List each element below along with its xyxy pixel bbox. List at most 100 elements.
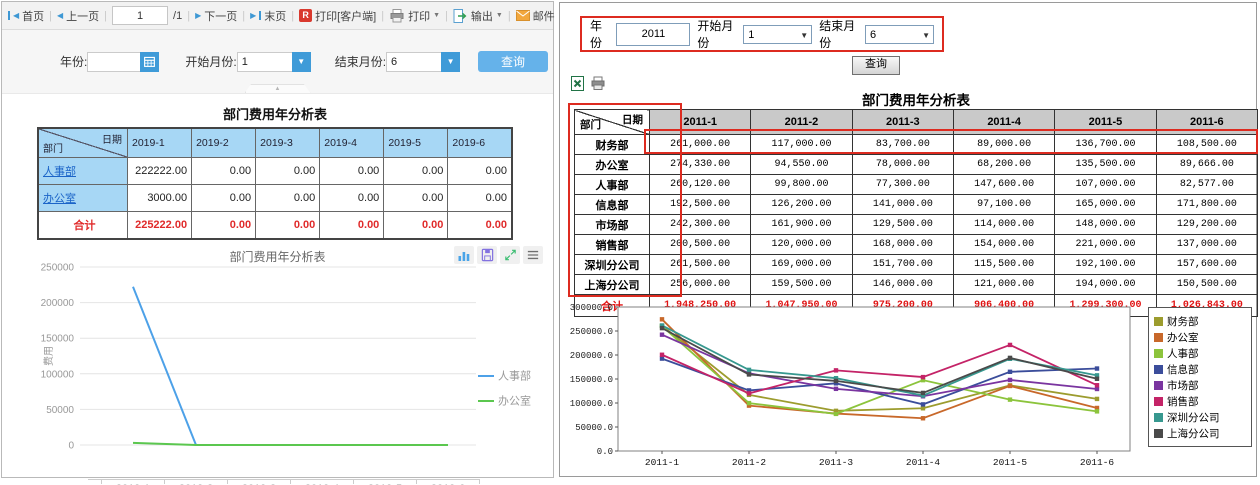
total-value-cell: 0.00 <box>256 212 320 240</box>
value-cell: 274,330.00 <box>650 155 751 175</box>
export-button[interactable]: 输出▼ <box>453 8 503 24</box>
value-cell: 129,500.00 <box>852 215 953 235</box>
dept-cell: 财务部 <box>575 135 650 155</box>
total-row: 合计225222.000.000.000.000.000.00 <box>38 212 512 240</box>
last-page-button[interactable]: ▶末页 <box>250 8 286 24</box>
table-row: 办公室274,330.0094,550.0078,000.0068,200.00… <box>575 155 1258 175</box>
legend-item: 市场部 <box>1154 377 1251 393</box>
end-month-select[interactable]: 6 <box>386 52 441 72</box>
column-header: 2011-3 <box>852 110 953 135</box>
chevron-down-icon: ▼ <box>447 57 455 66</box>
value-cell: 150,500.00 <box>1156 275 1257 295</box>
value-cell: 192,100.00 <box>1055 255 1156 275</box>
value-cell: 117,000.00 <box>751 135 852 155</box>
end-month-dropdown-button[interactable]: ▼ <box>441 52 460 72</box>
legend-item: 办公室 <box>1154 329 1251 345</box>
first-page-button[interactable]: ◀首页 <box>8 8 44 24</box>
start-month-select[interactable]: 1▼ <box>743 25 812 44</box>
value-cell: 68,200.00 <box>953 155 1054 175</box>
start-month-dropdown-button[interactable]: ▼ <box>292 52 311 72</box>
value-cell: 0.00 <box>448 158 512 185</box>
value-cell: 161,900.00 <box>751 215 852 235</box>
value-cell: 82,577.00 <box>1156 175 1257 195</box>
year-input[interactable] <box>616 23 690 46</box>
value-cell: 3000.00 <box>128 185 192 212</box>
value-cell: 0.00 <box>448 185 512 212</box>
value-cell: 165,000.00 <box>1055 195 1156 215</box>
svg-text:人事部: 人事部 <box>498 369 531 383</box>
legend-item: 信息部 <box>1154 361 1251 377</box>
total-value-cell: 0.00 <box>320 212 384 240</box>
page-number-input[interactable] <box>112 6 168 25</box>
table-row: 办公室3000.000.000.000.000.000.00 <box>38 185 512 212</box>
legend-color-swatch <box>1154 397 1163 406</box>
legend-color-swatch <box>1154 413 1163 422</box>
pagination-toolbar: ◀首页 | ◀上一页 | /1 | ▶下一页 | ▶末页 | 打印[客户端] |… <box>2 2 553 30</box>
print-client-button[interactable]: 打印[客户端] <box>299 8 376 24</box>
value-cell: 120,000.00 <box>751 235 852 255</box>
left-report-panel: ◀首页 | ◀上一页 | /1 | ▶下一页 | ▶末页 | 打印[客户端] |… <box>1 1 554 478</box>
year-input[interactable] <box>87 52 140 72</box>
value-cell: 77,300.00 <box>852 175 953 195</box>
svg-text:2011-4: 2011-4 <box>906 457 941 468</box>
svg-text:250000.0: 250000.0 <box>570 327 613 337</box>
total-value-cell: 225222.00 <box>128 212 192 240</box>
calendar-button[interactable] <box>140 52 159 72</box>
corner-date-label: 日期 <box>622 112 643 127</box>
total-value-cell: 0.00 <box>192 212 256 240</box>
end-month-label: 结束月份 <box>819 17 858 51</box>
query-form: 年份: 开始月份: 1 ▼ 结束月份: 6 ▼ 查询 ▲ <box>2 30 553 94</box>
value-cell: 97,100.00 <box>953 195 1054 215</box>
corner-date-label: 日期 <box>102 131 122 146</box>
legend-color-swatch <box>1154 429 1163 438</box>
value-cell: 136,700.00 <box>1055 135 1156 155</box>
print-button[interactable]: 打印▼ <box>389 8 440 24</box>
value-cell: 168,000.00 <box>852 235 953 255</box>
chart-section: 部门费用年分析表 050000100000150000200000250000费… <box>2 246 553 485</box>
svg-text:费用: 费用 <box>42 346 55 366</box>
left-line-chart[interactable]: 050000100000150000200000250000费用2019-120… <box>14 258 544 485</box>
total-value-cell: 0.00 <box>384 212 448 240</box>
value-cell: 256,000.00 <box>650 275 751 295</box>
end-month-select[interactable]: 6▼ <box>865 25 934 44</box>
prev-page-button[interactable]: ◀上一页 <box>57 8 99 24</box>
value-cell: 0.00 <box>320 158 384 185</box>
form-collapse-handle[interactable]: ▲ <box>245 84 311 93</box>
value-cell: 222222.00 <box>128 158 192 185</box>
dept-link[interactable]: 办公室 <box>43 193 76 205</box>
column-header: 2019-2 <box>192 128 256 158</box>
value-cell: 83,700.00 <box>852 135 953 155</box>
dept-link[interactable]: 人事部 <box>43 166 76 178</box>
first-page-icon <box>8 11 10 20</box>
svg-text:250000: 250000 <box>41 263 75 274</box>
value-cell: 261,000.00 <box>650 135 751 155</box>
table-row: 财务部261,000.00117,000.0083,700.0089,000.0… <box>575 135 1258 155</box>
column-header: 2019-4 <box>320 128 384 158</box>
chart-legend: 财务部办公室人事部信息部市场部销售部深圳分公司上海分公司 <box>1148 307 1252 447</box>
next-page-button[interactable]: ▶下一页 <box>195 8 237 24</box>
query-button[interactable]: 查询 <box>852 56 900 75</box>
expense-table: 日期 部门 2011-12011-22011-32011-42011-52011… <box>574 109 1258 317</box>
column-header: 2019-1 <box>128 128 192 158</box>
start-month-label: 开始月份 <box>697 17 736 51</box>
column-header: 2011-1 <box>650 110 751 135</box>
toolbar-separator: | <box>49 10 52 22</box>
value-cell: 154,000.00 <box>953 235 1054 255</box>
value-cell: 129,200.00 <box>1156 215 1257 235</box>
svg-text:50000: 50000 <box>46 405 74 416</box>
query-button[interactable]: 查询 <box>478 51 548 72</box>
dropdown-arrow-icon: ▼ <box>496 12 503 19</box>
last-page-icon: ▶ <box>250 12 256 20</box>
svg-text:2011-6: 2011-6 <box>1080 457 1115 468</box>
mail-button[interactable]: 邮件 <box>516 8 555 24</box>
chevron-down-icon: ▼ <box>922 26 930 45</box>
value-cell: 0.00 <box>192 185 256 212</box>
value-cell: 148,000.00 <box>1055 215 1156 235</box>
value-cell: 261,500.00 <box>650 255 751 275</box>
table-row: 市场部242,300.00161,900.00129,500.00114,000… <box>575 215 1258 235</box>
start-month-select[interactable]: 1 <box>237 52 292 72</box>
table-title: 部门费用年分析表 <box>574 89 1258 109</box>
right-line-chart[interactable]: 0.050000.0100000.0150000.0200000.0250000… <box>568 299 1144 475</box>
legend-color-swatch <box>1154 381 1163 390</box>
calendar-icon <box>143 55 156 68</box>
